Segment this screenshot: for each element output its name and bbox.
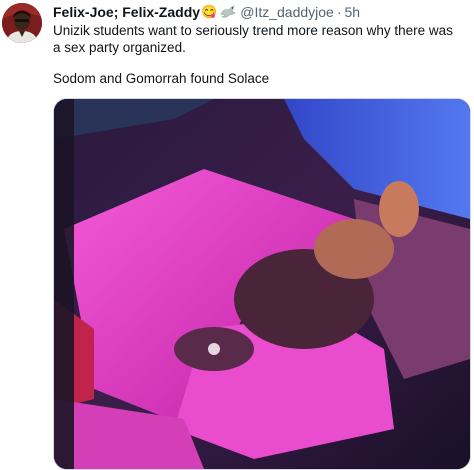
tweet-media[interactable] [53,98,471,470]
display-name[interactable]: Felix-Joe; Felix-Zaddy [53,4,200,20]
timestamp[interactable]: 5h [345,4,361,20]
avatar-image [2,3,42,43]
avatar[interactable] [2,3,42,43]
tweet-text-line: Unizik students want to seriously trend … [53,23,453,55]
media-image [54,99,470,469]
separator-dot: · [336,4,342,20]
tweet[interactable]: Felix-Joe; Felix-Zaddy 😋 @Itz_daddyjoe ·… [0,0,474,470]
tweet-header: Felix-Joe; Felix-Zaddy 😋 @Itz_daddyjoe ·… [53,3,360,21]
dove-icon [220,5,237,19]
yum-emoji: 😋 [201,4,218,19]
handle[interactable]: @Itz_daddyjoe [240,4,334,20]
tweet-text-line: Sodom and Gomorrah found Solace [53,71,270,86]
tweet-text: Unizik students want to seriously trend … [53,22,463,87]
